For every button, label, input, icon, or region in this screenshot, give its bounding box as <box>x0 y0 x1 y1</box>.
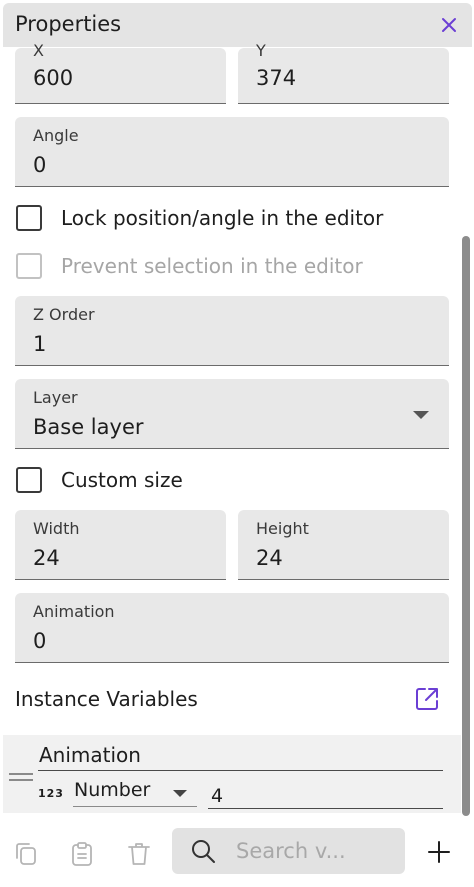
layer-select[interactable]: Layer Base layer <box>15 379 449 449</box>
open-in-new-icon[interactable] <box>414 686 440 712</box>
height-field[interactable]: Height 24 <box>238 510 449 580</box>
animation-label: Animation <box>33 602 115 621</box>
x-label: X <box>33 41 44 60</box>
lock-checkbox[interactable] <box>16 205 42 231</box>
z-order-label: Z Order <box>33 305 95 324</box>
height-value: 24 <box>256 546 283 570</box>
number-type-icon: 123 <box>38 787 64 800</box>
width-field[interactable]: Width 24 <box>15 510 226 580</box>
variable-search-field[interactable]: Search v... <box>172 828 405 874</box>
properties-header: Properties <box>3 3 472 47</box>
variable-type-select[interactable]: Number <box>73 779 197 807</box>
x-field[interactable]: X 600 <box>15 41 226 104</box>
animation-value: 0 <box>33 629 47 653</box>
lock-checkbox-label: Lock position/angle in the editor <box>61 206 384 230</box>
bottom-toolbar: Search v... <box>0 818 474 887</box>
angle-field[interactable]: Angle 0 <box>15 117 449 187</box>
plus-icon[interactable] <box>427 840 451 864</box>
y-value: 374 <box>256 66 297 90</box>
custom-size-label: Custom size <box>61 468 183 492</box>
drag-handle-icon[interactable] <box>9 773 33 783</box>
prevent-selection-label: Prevent selection in the editor <box>61 254 363 278</box>
width-label: Width <box>33 519 80 538</box>
chevron-down-icon <box>173 790 187 797</box>
paste-icon[interactable] <box>70 841 94 867</box>
prevent-selection-checkbox <box>16 253 42 279</box>
custom-size-checkbox-row[interactable]: Custom size <box>16 466 183 494</box>
width-value: 24 <box>33 546 60 570</box>
variable-value-input[interactable]: 4 <box>208 781 443 809</box>
search-icon <box>192 840 215 863</box>
instance-variable-item: Animation 123 Number 4 <box>3 735 461 813</box>
animation-field[interactable]: Animation 0 <box>15 593 449 663</box>
trash-icon[interactable] <box>127 841 151 867</box>
close-icon[interactable] <box>438 14 460 36</box>
variable-name-input[interactable]: Animation <box>38 743 443 771</box>
y-label: Y <box>256 41 266 60</box>
panel-title: Properties <box>15 12 122 36</box>
scrollbar-thumb[interactable] <box>462 236 470 816</box>
search-placeholder: Search v... <box>236 839 346 863</box>
copy-icon[interactable] <box>14 841 38 867</box>
layer-value: Base layer <box>33 415 144 439</box>
dropdown-arrow-icon <box>413 411 429 419</box>
x-value: 600 <box>33 66 74 90</box>
variable-type-value: Number <box>74 779 151 801</box>
angle-value: 0 <box>33 153 47 177</box>
z-order-value: 1 <box>33 332 47 356</box>
z-order-field[interactable]: Z Order 1 <box>15 296 449 366</box>
prevent-selection-checkbox-row: Prevent selection in the editor <box>16 252 363 280</box>
y-field[interactable]: Y 374 <box>238 41 449 104</box>
height-label: Height <box>256 519 309 538</box>
custom-size-checkbox[interactable] <box>16 467 42 493</box>
lock-checkbox-row[interactable]: Lock position/angle in the editor <box>16 204 383 232</box>
angle-label: Angle <box>33 126 79 145</box>
instance-variables-title: Instance Variables <box>15 687 198 711</box>
layer-label: Layer <box>33 388 78 407</box>
